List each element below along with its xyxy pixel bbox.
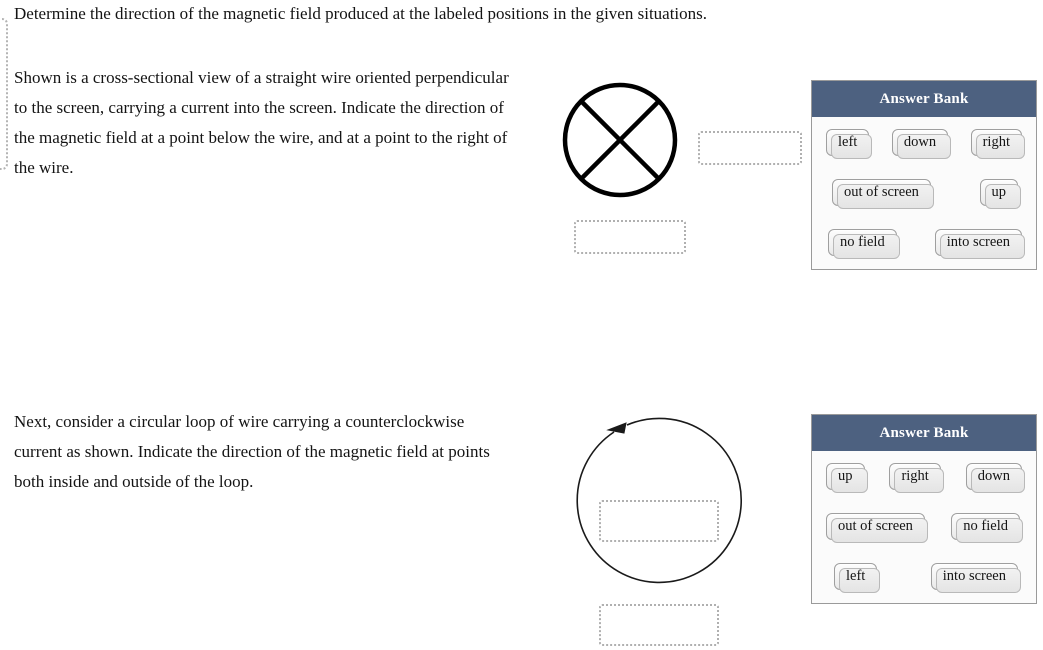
current-direction-arrowhead	[606, 422, 627, 434]
answer-bank-row: out of screen no field	[812, 501, 1036, 551]
answer-chip-no-field[interactable]: no field	[828, 228, 900, 259]
answer-chip-no-field[interactable]: no field	[951, 512, 1023, 543]
answer-chip-down[interactable]: down	[891, 128, 952, 159]
part-2-stem: Next, consider a circular loop of wire c…	[14, 412, 490, 491]
answer-chip-up[interactable]: up	[979, 178, 1021, 209]
answer-bank-row: no field into screen	[812, 217, 1036, 267]
answer-chip-left[interactable]: left	[826, 128, 873, 159]
part-2-answer-bank: Answer Bank up right down out of screen …	[811, 414, 1037, 604]
answer-bank-chips: up right down out of screen no field lef…	[812, 451, 1036, 603]
answer-chip-into-screen[interactable]: into screen	[930, 562, 1022, 593]
instruction-text: Determine the direction of the magnetic …	[14, 4, 708, 23]
answer-chip-into-screen[interactable]: into screen	[934, 228, 1026, 259]
part-1-answer-bank: Answer Bank left down right out of scree…	[811, 80, 1037, 270]
answer-bank-chips: left down right out of screen up no fiel…	[812, 117, 1036, 269]
clipped-dropzone-left-edge[interactable]	[0, 18, 8, 170]
dropzone-outside-loop[interactable]	[599, 604, 719, 646]
answer-bank-title: Answer Bank	[812, 415, 1036, 451]
answer-chip-out-of-screen[interactable]: out of screen	[832, 178, 934, 209]
answer-chip-left[interactable]: left	[834, 562, 881, 593]
answer-bank-row: up right down	[812, 451, 1036, 501]
dropzone-below-wire[interactable]	[574, 220, 686, 254]
answer-chip-right[interactable]: right	[889, 462, 945, 493]
answer-bank-row: out of screen up	[812, 167, 1036, 217]
dropzone-right-of-wire[interactable]	[698, 131, 802, 165]
answer-chip-right[interactable]: right	[970, 128, 1026, 159]
answer-chip-down[interactable]: down	[965, 462, 1026, 493]
answer-bank-row: left down right	[812, 117, 1036, 167]
answer-chip-up[interactable]: up	[826, 462, 867, 493]
part-1-stem: Shown is a cross-sectional view of a str…	[14, 68, 509, 177]
answer-bank-title: Answer Bank	[812, 81, 1036, 117]
dropzone-inside-loop[interactable]	[599, 500, 719, 542]
answer-bank-row: left into screen	[812, 551, 1036, 601]
answer-chip-out-of-screen[interactable]: out of screen	[826, 512, 928, 543]
